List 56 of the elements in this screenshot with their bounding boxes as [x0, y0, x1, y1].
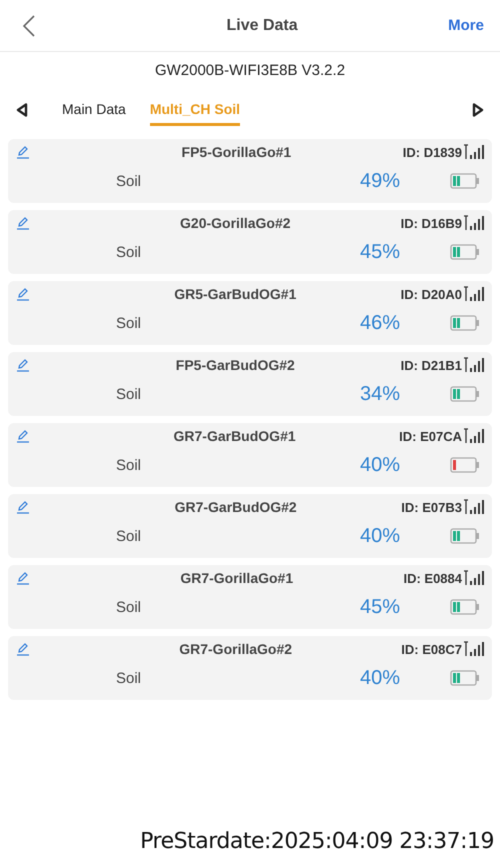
sensor-id: ID: E08C7	[401, 642, 462, 656]
sensor-name: GR5-GarBudOG#1	[173, 286, 298, 302]
sensor-name: FP5-GarBudOG#2	[174, 357, 296, 373]
moisture-value: 34%	[360, 382, 400, 406]
signal-icon	[464, 428, 484, 444]
pencil-icon[interactable]	[16, 571, 30, 585]
sensor-id: ID: E0884	[403, 570, 462, 586]
sensor-name: GR7-GorillaGo#2	[178, 641, 294, 657]
signal-icon	[464, 641, 484, 657]
pencil-icon[interactable]	[16, 145, 30, 159]
sensor-name: GR7-GarBudOG#1	[172, 428, 297, 444]
sensor-name: FP5-GorillaGo#1	[180, 144, 292, 160]
moisture-value: 46%	[360, 312, 400, 334]
pencil-icon[interactable]	[16, 500, 30, 514]
next-arrow-icon[interactable]	[472, 103, 484, 117]
moisture-value: 40%	[360, 524, 400, 548]
reading-label: Soil	[116, 314, 142, 332]
previous-arrow-icon[interactable]	[16, 103, 28, 117]
sensor-name: GR7-GorillaGo#1	[179, 570, 294, 586]
sensor-name: G20-GorillaGo#2	[179, 215, 292, 231]
tab[interactable]: Main Data	[62, 94, 126, 126]
sensor-id: ID: D1839	[402, 144, 462, 160]
signal-icon	[464, 215, 484, 231]
signal-icon	[464, 144, 484, 160]
reading-label: Soil	[116, 172, 142, 190]
sensor-name: GR7-GarBudOG#2	[174, 499, 298, 515]
pencil-icon[interactable]	[16, 358, 30, 372]
device-name: GW2000B-WIFI3E8B V3.2.2	[154, 62, 346, 79]
pencil-icon[interactable]	[16, 429, 30, 443]
more-button[interactable]: More	[448, 17, 484, 34]
moisture-value: 45%	[360, 240, 400, 264]
pencil-icon[interactable]	[16, 216, 30, 230]
back-icon[interactable]	[22, 14, 36, 38]
reading-label: Soil	[116, 244, 142, 260]
reading-label: Soil	[116, 386, 142, 402]
signal-icon	[464, 570, 484, 586]
reading-label: Soil	[116, 456, 142, 474]
moisture-value: 49%	[360, 170, 400, 192]
moisture-value: 45%	[360, 596, 400, 618]
signal-icon	[464, 286, 484, 302]
sensor-id: ID: E07B3	[401, 500, 462, 514]
reading-label: Soil	[116, 670, 142, 686]
signal-icon	[464, 357, 484, 373]
sensor-id: ID: E07CA	[399, 428, 462, 444]
moisture-value: 40%	[360, 454, 400, 476]
sensor-id: ID: D20A0	[400, 286, 462, 302]
moisture-value: 40%	[360, 666, 400, 690]
signal-icon	[464, 499, 484, 515]
sensor-id: ID: D21B1	[400, 358, 462, 372]
timestamp: PreStardate:2025:04:09 23:37:19	[139, 829, 495, 856]
pencil-icon[interactable]	[16, 642, 30, 656]
sensor-id: ID: D16B9	[400, 216, 462, 230]
page-title: Live Data	[226, 16, 298, 34]
reading-label: Soil	[116, 528, 142, 544]
reading-label: Soil	[116, 598, 142, 616]
pencil-icon[interactable]	[16, 287, 30, 301]
